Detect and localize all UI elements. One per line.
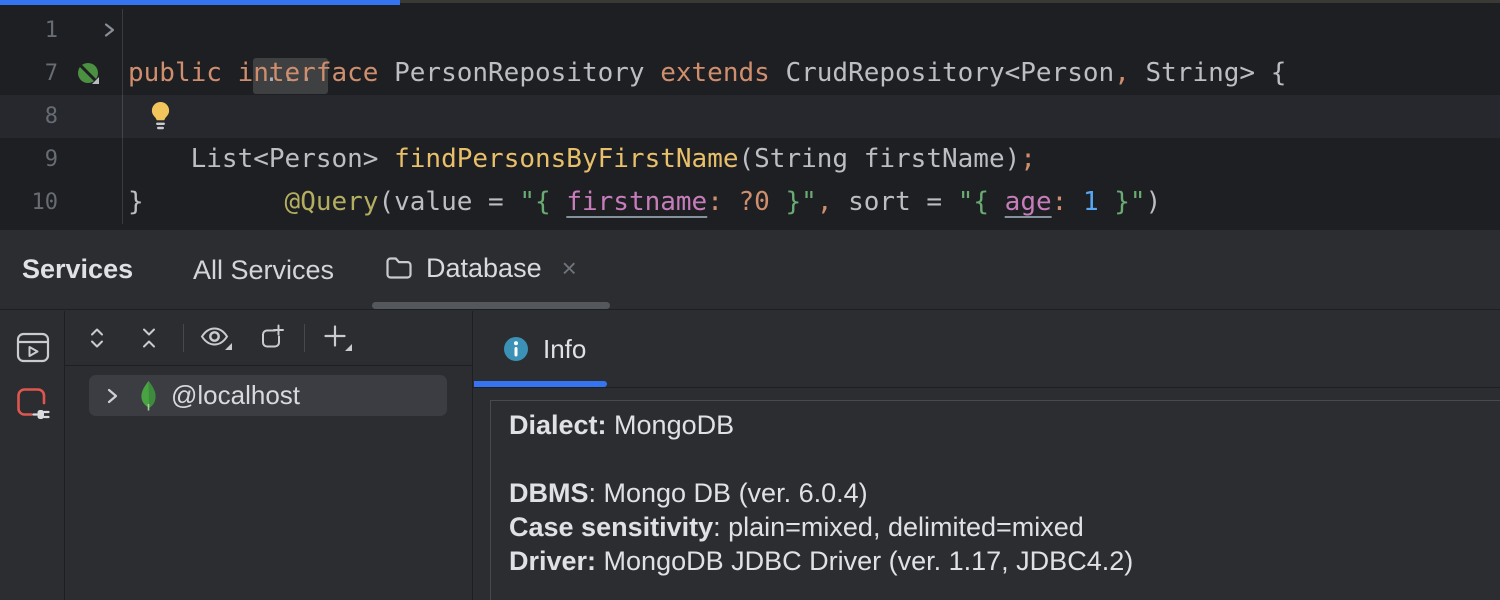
info-tab-bar: Info <box>473 311 1500 388</box>
services-tool-window-icon[interactable] <box>16 332 50 363</box>
code-line[interactable]: @Query(value = "{ firstname: ?0 }", sort… <box>122 95 1500 138</box>
chevron-right-icon[interactable] <box>102 386 122 406</box>
code-editor[interactable]: 1 ... 7 public interface PersonRepositor… <box>0 5 1500 230</box>
folder-icon <box>385 255 413 281</box>
info-panel: Info Dialect: MongoDB DBMS: Mongo DB (ve… <box>473 311 1500 600</box>
code-line[interactable]: public interface PersonRepository extend… <box>122 52 1500 95</box>
code-line[interactable]: ... <box>122 9 1500 52</box>
line-number: 10 <box>32 181 123 224</box>
tree-toolbar <box>65 311 472 366</box>
run-config-gutter-icon[interactable] <box>76 61 102 87</box>
mongodb-leaf-icon <box>139 380 158 411</box>
services-body: @localhost Info <box>0 311 1500 600</box>
info-circle-icon <box>503 336 529 362</box>
add-plus-icon[interactable] <box>321 323 355 353</box>
tab-info[interactable]: Info <box>503 331 586 367</box>
editor-gutter: 9 <box>0 138 122 181</box>
tool-window-stripe <box>0 311 65 600</box>
add-service-square-plus-icon[interactable] <box>252 324 286 352</box>
tree-item-label: @localhost <box>171 380 300 411</box>
fold-expand-icon[interactable] <box>100 21 118 39</box>
selected-tab-underline <box>474 381 607 387</box>
code-line[interactable]: List<Person> findPersonsByFirstName(Stri… <box>122 138 1500 181</box>
tab-all-services[interactable]: All Services <box>193 255 334 286</box>
tool-window-title: Services <box>22 254 133 285</box>
intention-bulb-icon[interactable] <box>149 100 172 132</box>
tab-database[interactable]: Database × <box>385 248 577 288</box>
close-icon[interactable]: × <box>562 255 577 281</box>
editor-line: 10 } <box>0 181 1500 224</box>
database-disconnect-plug-icon[interactable] <box>14 385 51 422</box>
tab-info-label: Info <box>543 334 586 365</box>
info-line-dialect: Dialect: MongoDB <box>509 408 1481 442</box>
editor-gutter: 7 <box>0 52 122 95</box>
info-line-case-sensitivity: Case sensitivity: plain=mixed, delimited… <box>509 510 1481 544</box>
editor-gutter: 10 <box>0 181 122 224</box>
ide-window: 1 ... 7 public interface PersonRepositor… <box>0 0 1500 600</box>
toolbar-separator <box>183 324 184 352</box>
show-options-eye-icon[interactable] <box>199 324 235 352</box>
editor-line-current: 8 @Query(value = "{ firstname: ?0 }", so… <box>0 95 1500 138</box>
editor-gutter: 1 <box>0 9 122 52</box>
toolbar-separator <box>304 324 305 352</box>
info-line-dbms: DBMS: Mongo DB (ver. 6.0.4) <box>509 476 1481 510</box>
editor-line: 1 ... <box>0 9 1500 52</box>
line-number: 9 <box>45 138 122 181</box>
tree-item-localhost[interactable]: @localhost <box>89 375 447 416</box>
line-number: 8 <box>45 95 122 138</box>
expand-all-icon[interactable] <box>85 325 109 351</box>
code-line[interactable]: } <box>122 181 1500 224</box>
editor-gutter: 8 <box>0 95 122 138</box>
tab-database-label: Database <box>426 253 542 284</box>
services-tool-window: Services All Services Database × <box>0 230 1500 600</box>
info-line-driver: Driver: MongoDB JDBC Driver (ver. 1.17, … <box>509 544 1481 578</box>
info-line-blank <box>509 442 1481 476</box>
editor-line: 9 List<Person> findPersonsByFirstName(St… <box>0 138 1500 181</box>
collapse-all-icon[interactable] <box>137 325 161 351</box>
services-tree-panel: @localhost <box>65 311 473 600</box>
info-content: Dialect: MongoDB DBMS: Mongo DB (ver. 6.… <box>490 400 1500 600</box>
tab-scrollbar-thumb[interactable] <box>372 302 610 309</box>
services-header: Services All Services Database × <box>0 230 1500 310</box>
editor-line: 7 public interface PersonRepository exte… <box>0 52 1500 95</box>
tab-bar-divider <box>400 0 1500 3</box>
